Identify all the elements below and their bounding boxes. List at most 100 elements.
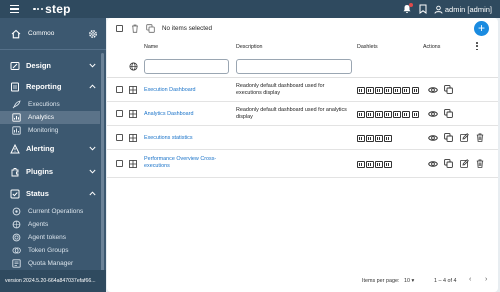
dashlet-icon [384,161,392,168]
row-checkbox[interactable] [116,134,123,141]
table-row[interactable]: Performance Overview Cross-executions [107,150,498,178]
tenant-selector[interactable]: Commoo [0,18,106,50]
sidebar-item-quota-manager[interactable]: Quota Manager [0,257,100,270]
name-filter-input[interactable] [144,59,229,74]
chevron-up-icon [89,84,96,89]
table-row[interactable]: Analytics Dashboard Readonly default das… [107,102,498,126]
duplicate-selected-icon[interactable] [146,24,155,33]
more-options-icon[interactable] [476,42,478,52]
step-logo[interactable]: step [33,2,71,16]
dashlet-icon [411,87,420,94]
paginator: Items per page: 10 ▾ 1 – 4 of 4 ‹ › [107,270,498,292]
column-header-description[interactable]: Description [236,44,263,50]
reporting-icon [11,82,19,92]
copy-icon[interactable] [444,109,453,118]
dashboard-name-link[interactable]: Executions statistics [144,135,224,142]
monitoring-icon [12,126,21,135]
tenant-label: Commoo [28,30,55,37]
view-icon[interactable] [428,110,438,118]
edit-icon[interactable] [460,159,469,168]
dashlet-icon [384,111,392,118]
description-filter-input[interactable] [236,59,352,74]
dashboard-name-link[interactable]: Performance Overview Cross-executions [144,156,224,169]
sidebar-item-executions[interactable]: Executions [0,98,100,111]
select-all-checkbox[interactable] [116,25,123,32]
dashlet-icon [375,87,383,94]
dashboard-name-link[interactable]: Analytics Dashboard [144,111,224,118]
user-menu[interactable]: admin [admin] [434,5,492,14]
sidebar-item-label: Quota Manager [28,260,74,267]
agents-icon [12,220,21,229]
sidebar-item-label: Agents [28,221,49,228]
dashboard-name-link[interactable]: Execution Dashboard [144,87,224,94]
dashlet-icon [366,161,374,168]
version-label: version 2024.5.20-664a847037efaf66... [0,270,106,292]
home-icon[interactable] [11,29,21,39]
gear-icon[interactable] [88,29,98,39]
column-header-name[interactable]: Name [144,44,158,50]
sidebar-item-agent-tokens[interactable]: Agent tokens [0,231,100,244]
sidebar-item-analytics[interactable]: Analytics [0,111,100,124]
view-icon[interactable] [428,134,438,142]
delete-selected-icon[interactable] [131,24,139,33]
sidebar-item-label: Agent tokens [28,234,66,241]
dashlet-icon [375,135,383,142]
token-groups-icon [12,247,21,254]
items-per-page-value: 10 [404,278,410,284]
dashlet-icon [375,161,383,168]
chevron-down-icon [89,63,96,68]
dashlet-icon [375,111,383,118]
filter-row [107,54,498,78]
chevron-up-icon [89,191,96,196]
globe-icon[interactable] [129,62,138,71]
sidebar-section-title: Status [26,189,49,198]
edit-icon[interactable] [460,133,469,142]
sidebar-section-title: Design [26,61,52,70]
copy-icon[interactable] [444,133,453,142]
sidebar-section-alerting[interactable]: Alerting [0,139,106,159]
sidebar-item-current-operations[interactable]: Current Operations [0,205,100,218]
row-checkbox[interactable] [116,86,123,93]
bookmark-icon[interactable] [419,4,427,14]
copy-icon[interactable] [444,159,453,168]
quota-icon [12,259,21,268]
sidebar-section-reporting[interactable]: Reporting [0,77,106,97]
table-toolbar: No items selected + [107,18,498,40]
notifications-bell-icon[interactable] [402,3,413,14]
sidebar-item-monitoring[interactable]: Monitoring [0,124,100,137]
table-row[interactable]: Execution Dashboard Readonly default das… [107,78,498,102]
menu-icon[interactable] [10,5,19,13]
user-label: admin [admin] [444,4,492,14]
sidebar-item-label: Current Operations [28,208,84,215]
dashlet-icon [357,135,365,142]
dashlet-icon [357,87,365,94]
sidebar-item-token-groups[interactable]: Token Groups [0,244,100,257]
dashlet-icon [402,111,410,118]
dashlet-icon [384,87,392,94]
dashlets-list [357,87,420,94]
sidebar-scrollbar[interactable] [101,53,104,283]
dashlet-icon [384,135,392,142]
row-checkbox[interactable] [116,110,123,117]
delete-icon[interactable] [476,159,484,168]
sidebar-section-design[interactable]: Design [0,56,106,76]
row-checkbox[interactable] [116,160,123,167]
items-per-page-select[interactable]: 10 ▾ [404,278,414,284]
view-icon[interactable] [428,86,438,94]
sidebar-section-status[interactable]: Status [0,184,106,204]
delete-icon[interactable] [476,133,484,142]
table-row[interactable]: Executions statistics [107,126,498,150]
column-header-dashlets[interactable]: Dashlets [357,44,378,50]
next-page-icon[interactable]: › [485,276,487,283]
selection-status: No items selected [162,25,213,32]
sidebar-item-agents[interactable]: Agents [0,218,100,231]
sidebar-item-label: Executions [28,101,60,108]
logo-dots-icon [33,7,44,11]
copy-icon[interactable] [444,85,453,94]
sidebar-section-plugins[interactable]: Plugins [0,162,106,182]
previous-page-icon[interactable]: ‹ [469,276,471,283]
dashboard-grid-icon [129,86,137,94]
dashboard-grid-icon [129,134,137,142]
add-dashboard-button[interactable]: + [474,21,489,36]
view-icon[interactable] [428,160,438,168]
